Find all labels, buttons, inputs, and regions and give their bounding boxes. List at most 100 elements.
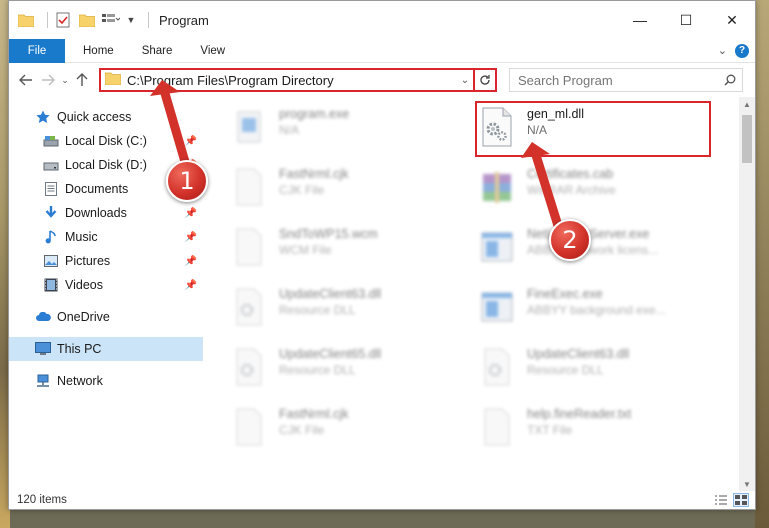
ribbon-right-controls: ⌄ ?	[718, 43, 755, 58]
back-button[interactable]	[15, 69, 37, 91]
nav-label: OneDrive	[57, 310, 110, 324]
maximize-button[interactable]: ☐	[663, 1, 709, 39]
file-type: CJK File	[279, 183, 325, 197]
file-name: Certificates.cab	[527, 167, 614, 181]
pin-icon[interactable]: 📌	[185, 256, 197, 267]
documents-icon	[43, 181, 59, 197]
search-input[interactable]	[518, 72, 708, 88]
file-type: CJK File	[279, 423, 325, 437]
file-name: UpdateClient65.dll	[279, 347, 382, 361]
nav-label: Downloads	[65, 206, 127, 220]
dll-gear-icon	[231, 285, 267, 329]
highlight-box	[475, 101, 711, 157]
sidebar-item-network[interactable]: Network	[9, 369, 203, 393]
file-item[interactable]: program.exe N/A	[231, 103, 471, 157]
close-button[interactable]: ✕	[709, 1, 755, 39]
file-item[interactable]: Certificates.cab WinRAR Archive	[479, 163, 719, 217]
forward-button[interactable]	[37, 69, 59, 91]
title-separator-2	[148, 12, 149, 28]
nav-quick-access[interactable]: Quick access	[9, 105, 203, 129]
tiles-view-icon[interactable]	[733, 493, 749, 507]
file-name: FastNrml.cjk	[279, 407, 349, 421]
exe-icon	[231, 105, 267, 149]
tab-file[interactable]: File	[9, 38, 65, 63]
address-dropdown-icon[interactable]: ⌄	[457, 75, 473, 86]
pin-icon[interactable]: 📌	[185, 136, 197, 147]
file-name: FineExec.exe	[527, 287, 603, 301]
sidebar-item-onedrive[interactable]: OneDrive	[9, 305, 203, 329]
address-bar[interactable]: C:\Program Files\Program Directory ⌄	[99, 68, 475, 92]
blank-file-icon	[479, 405, 515, 449]
file-name: SndToWP15.wcm	[279, 227, 378, 241]
dll-gear-icon	[231, 345, 267, 389]
new-folder-icon[interactable]	[78, 11, 96, 29]
file-explorer-window: ▼ Program — ☐ ✕ File Home Share View ⌄ ?…	[8, 0, 756, 510]
search-box[interactable]	[509, 68, 743, 92]
nav-label: Quick access	[57, 110, 132, 124]
pin-icon[interactable]: 📌	[185, 208, 197, 219]
window-controls: — ☐ ✕	[617, 1, 755, 39]
callout-badge-1: 1	[166, 160, 208, 202]
file-item[interactable]: UpdateClient63.dll Resource DLL	[479, 343, 719, 397]
scroll-up-icon[interactable]: ▲	[739, 97, 755, 111]
expand-ribbon-icon[interactable]: ⌄	[718, 44, 727, 57]
nav-label: Local Disk (D:)	[65, 158, 147, 172]
pin-icon[interactable]: 📌	[185, 280, 197, 291]
chevron-down-icon[interactable]: ▼	[126, 11, 136, 29]
network-icon	[35, 373, 51, 389]
tab-view[interactable]: View	[186, 39, 239, 63]
file-item[interactable]: NetLicenseServer.exe ABBYY Network licen…	[479, 223, 719, 277]
sidebar-item-videos[interactable]: Videos 📌	[9, 273, 203, 297]
file-name: program.exe	[279, 107, 350, 121]
refresh-button[interactable]	[475, 68, 497, 92]
scroll-thumb[interactable]	[742, 115, 752, 163]
address-path[interactable]: C:\Program Files\Program Directory	[127, 73, 334, 88]
window-title: Program	[159, 12, 209, 28]
file-type: Resource DLL	[279, 303, 356, 317]
view-buttons	[713, 493, 755, 507]
nav-label: Local Disk (C:)	[65, 134, 147, 148]
star-icon	[35, 109, 51, 125]
sidebar-item-this-pc[interactable]: This PC	[9, 337, 203, 361]
sidebar-item-downloads[interactable]: Downloads 📌	[9, 201, 203, 225]
item-count: 120 items	[17, 494, 67, 506]
pin-icon[interactable]: 📌	[185, 232, 197, 243]
app-window-icon	[479, 285, 515, 329]
search-icon[interactable]	[718, 74, 742, 86]
file-item[interactable]: UpdateClient63.dll Resource DLL	[231, 283, 471, 337]
file-item[interactable]: help.fineReader.txt TXT File	[479, 403, 719, 457]
downloads-icon	[43, 205, 59, 221]
sidebar-item-music[interactable]: Music 📌	[9, 225, 203, 249]
drive-icon	[43, 157, 59, 173]
blank-file-icon	[231, 165, 267, 209]
file-item[interactable]: UpdateClient65.dll Resource DLL	[231, 343, 471, 397]
vertical-scrollbar[interactable]: ▲ ▼	[739, 97, 755, 491]
address-row: ⌄ C:\Program Files\Program Directory ⌄	[9, 63, 755, 97]
tab-home[interactable]: Home	[69, 39, 128, 63]
file-type: ABBYY Network licens...	[527, 243, 659, 257]
file-item[interactable]: FastNrml.cjk CJK File	[231, 403, 471, 457]
sidebar-item-pictures[interactable]: Pictures 📌	[9, 249, 203, 273]
file-item[interactable]: FineExec.exe ABBYY background exe...	[479, 283, 719, 337]
sidebar-item-local-disk-c[interactable]: Local Disk (C:) 📌	[9, 129, 203, 153]
details-view-icon[interactable]	[713, 493, 729, 507]
minimize-button[interactable]: —	[617, 1, 663, 39]
nav-label: Documents	[65, 182, 129, 196]
customize-toolbar-icon[interactable]	[102, 11, 120, 29]
properties-icon[interactable]	[54, 11, 72, 29]
help-icon[interactable]: ?	[735, 43, 749, 58]
winrar-icon	[479, 165, 515, 209]
file-item[interactable]: FastNrml.cjk CJK File	[231, 163, 471, 217]
navigation-pane: Quick access Local Disk (C:) 📌 Local Dis…	[9, 97, 203, 491]
music-icon	[43, 229, 59, 245]
scroll-down-icon[interactable]: ▼	[739, 477, 755, 491]
status-bar: 120 items	[9, 491, 755, 509]
tab-share[interactable]: Share	[128, 39, 187, 63]
file-name: UpdateClient63.dll	[527, 347, 630, 361]
file-type: Resource DLL	[527, 363, 604, 377]
up-button[interactable]	[71, 69, 93, 91]
cloud-icon	[35, 309, 51, 325]
computer-icon	[35, 341, 51, 357]
file-item[interactable]: SndToWP15.wcm WCM File	[231, 223, 471, 277]
recent-locations-button[interactable]: ⌄	[59, 69, 71, 91]
